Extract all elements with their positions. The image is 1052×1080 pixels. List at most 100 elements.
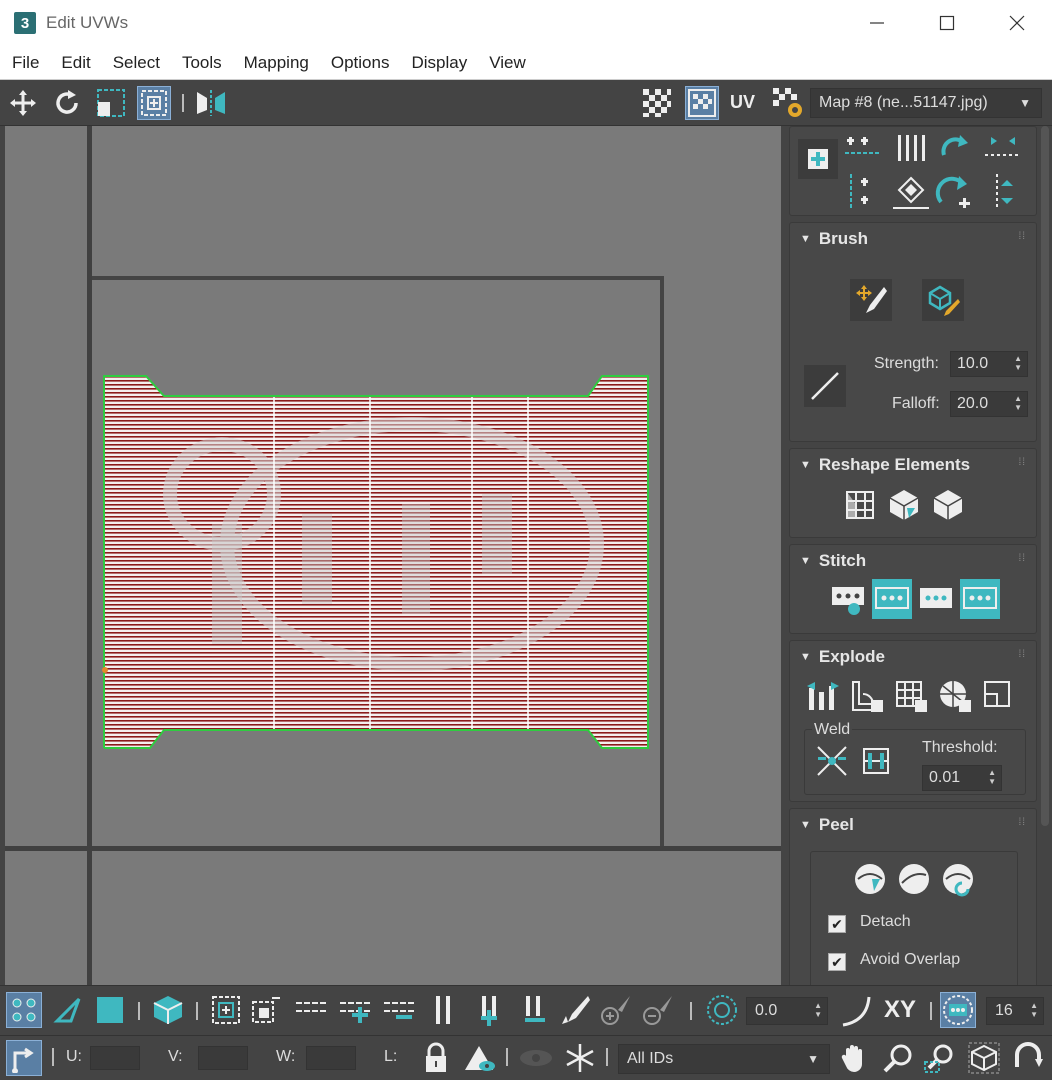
- drag-handle-icon[interactable]: ⁞⁞: [1018, 817, 1026, 828]
- reshape-rollout-header[interactable]: ▼ Reshape Elements: [800, 455, 970, 475]
- close-button[interactable]: [982, 0, 1052, 46]
- vertex-mode-button[interactable]: [6, 992, 42, 1028]
- relax-button[interactable]: [928, 485, 968, 525]
- minimize-button[interactable]: [842, 0, 912, 46]
- move-tool-button[interactable]: [6, 86, 40, 120]
- grow-selection-button[interactable]: [208, 992, 244, 1028]
- threshold-spinner[interactable]: 0.01 ▲ ▼: [922, 765, 1002, 791]
- align-vertical-button[interactable]: [842, 171, 884, 213]
- edge-ring-button[interactable]: [426, 992, 462, 1028]
- element-mode-button[interactable]: [150, 992, 186, 1028]
- drag-handle-icon[interactable]: ⁞⁞: [1018, 553, 1026, 564]
- limit-selection-button[interactable]: [940, 992, 976, 1028]
- panel-scrollbar[interactable]: [1041, 126, 1049, 826]
- scale-tool-button[interactable]: [94, 86, 128, 120]
- spinner-arrows-icon[interactable]: ▲ ▼: [1014, 354, 1022, 372]
- edge-loop-button[interactable]: [294, 992, 330, 1028]
- pelt-map-button[interactable]: [894, 859, 934, 899]
- freeze-button[interactable]: [562, 1040, 598, 1076]
- spinner-arrows-icon[interactable]: ▲ ▼: [988, 768, 996, 786]
- rotate-ccw-button[interactable]: [934, 171, 976, 213]
- relax-brush-button[interactable]: [922, 279, 964, 321]
- weld-target-button[interactable]: [856, 741, 896, 781]
- straighten-selection-button[interactable]: [840, 485, 880, 525]
- hide-button[interactable]: [462, 1040, 498, 1076]
- drag-handle-icon[interactable]: ⁞⁞: [1018, 231, 1026, 242]
- uv-axis-label[interactable]: UV: [730, 92, 755, 113]
- maximize-button[interactable]: [912, 0, 982, 46]
- falloff-type-button[interactable]: [838, 992, 874, 1028]
- menu-edit[interactable]: Edit: [50, 46, 101, 80]
- paint-select-button[interactable]: [556, 992, 592, 1028]
- flatten-by-angle-button[interactable]: [846, 675, 888, 717]
- edge-mode-button[interactable]: [50, 992, 86, 1028]
- align-horizontal-button[interactable]: [842, 127, 884, 169]
- strength-spinner[interactable]: 10.0 ▲ ▼: [950, 351, 1028, 377]
- edge-distance-spinner[interactable]: 16 ▲ ▼: [986, 997, 1044, 1025]
- detach-checkbox[interactable]: ✔: [828, 915, 846, 933]
- stitch-average-button[interactable]: [916, 579, 956, 619]
- menu-tools[interactable]: Tools: [171, 46, 233, 80]
- shrink-selection-button[interactable]: [248, 992, 284, 1028]
- shrink-ring-button[interactable]: [516, 992, 552, 1028]
- quick-planar-button[interactable]: [798, 139, 838, 179]
- relax-until-flat-button[interactable]: [884, 485, 924, 525]
- spinner-arrows-icon[interactable]: ▲ ▼: [1030, 1001, 1038, 1019]
- space-vertical-button[interactable]: [890, 171, 932, 213]
- break-button[interactable]: [802, 675, 844, 717]
- falloff-spinner[interactable]: 20.0 ▲ ▼: [950, 391, 1028, 417]
- zoom-region-button[interactable]: [922, 1040, 958, 1076]
- material-id-dropdown[interactable]: All IDs ▼: [618, 1044, 830, 1074]
- peel-rollout-header[interactable]: ▼ Peel: [800, 815, 854, 835]
- flatten-by-polygon-button[interactable]: [890, 675, 932, 717]
- menu-display[interactable]: Display: [400, 46, 478, 80]
- map-settings-button[interactable]: [771, 86, 805, 120]
- rotate-tool-button[interactable]: [50, 86, 84, 120]
- avoid-overlap-checkbox[interactable]: ✔: [828, 953, 846, 971]
- grow-ring-button[interactable]: [472, 992, 508, 1028]
- zoom-button[interactable]: [880, 1040, 916, 1076]
- falloff-distance-spinner[interactable]: 0.0 ▲ ▼: [746, 997, 828, 1025]
- texture-map-dropdown[interactable]: Map #8 (ne...51147.jpg) ▼: [810, 88, 1042, 118]
- checker-pattern-button[interactable]: [640, 86, 674, 120]
- menu-select[interactable]: Select: [102, 46, 171, 80]
- snap-button[interactable]: [1010, 1040, 1046, 1076]
- stitch-custom-button[interactable]: [828, 579, 868, 619]
- menu-view[interactable]: View: [478, 46, 537, 80]
- drag-handle-icon[interactable]: ⁞⁞: [1018, 649, 1026, 660]
- soft-selection-button[interactable]: [704, 992, 740, 1028]
- rotate-cw-button[interactable]: [934, 127, 976, 169]
- menu-file[interactable]: File: [0, 46, 50, 80]
- freeform-tool-button[interactable]: [137, 86, 171, 120]
- quick-peel-button[interactable]: [850, 859, 890, 899]
- brush-falloff-button[interactable]: [804, 365, 846, 407]
- v-field[interactable]: [198, 1046, 248, 1070]
- uv-editor-viewport[interactable]: [5, 126, 781, 985]
- paint-shrink-button[interactable]: [640, 992, 676, 1028]
- polygon-mode-button[interactable]: [92, 992, 128, 1028]
- drag-handle-icon[interactable]: ⁞⁞: [1018, 457, 1026, 468]
- menu-options[interactable]: Options: [320, 46, 401, 80]
- shrink-loop-button[interactable]: [382, 992, 418, 1028]
- spinner-arrows-icon[interactable]: ▲ ▼: [1014, 394, 1022, 412]
- space-horizontal-button[interactable]: [890, 127, 932, 169]
- align-to-edge-button[interactable]: [982, 127, 1024, 169]
- zoom-extents-button[interactable]: [966, 1040, 1002, 1076]
- brush-rollout-header[interactable]: ▼ Brush: [800, 229, 868, 249]
- w-field[interactable]: [306, 1046, 356, 1070]
- mirror-tool-button[interactable]: [194, 86, 228, 120]
- spinner-arrows-icon[interactable]: ▲ ▼: [814, 1001, 822, 1019]
- stitch-to-target-button[interactable]: [872, 579, 912, 619]
- menu-mapping[interactable]: Mapping: [233, 46, 320, 80]
- lock-selection-button[interactable]: [418, 1040, 454, 1076]
- flatten-by-material-button[interactable]: [978, 675, 1020, 717]
- flatten-by-smoothing-button[interactable]: [934, 675, 976, 717]
- align-vertical-edge-button[interactable]: [982, 171, 1024, 213]
- show-hidden-button[interactable]: [518, 1040, 554, 1076]
- reset-peel-button[interactable]: [938, 859, 978, 899]
- explode-rollout-header[interactable]: ▼ Explode: [800, 647, 885, 667]
- pan-button[interactable]: [836, 1040, 872, 1076]
- paint-grow-button[interactable]: [598, 992, 634, 1028]
- absolute-offset-toggle[interactable]: [6, 1040, 42, 1076]
- stitch-rollout-header[interactable]: ▼ Stitch: [800, 551, 866, 571]
